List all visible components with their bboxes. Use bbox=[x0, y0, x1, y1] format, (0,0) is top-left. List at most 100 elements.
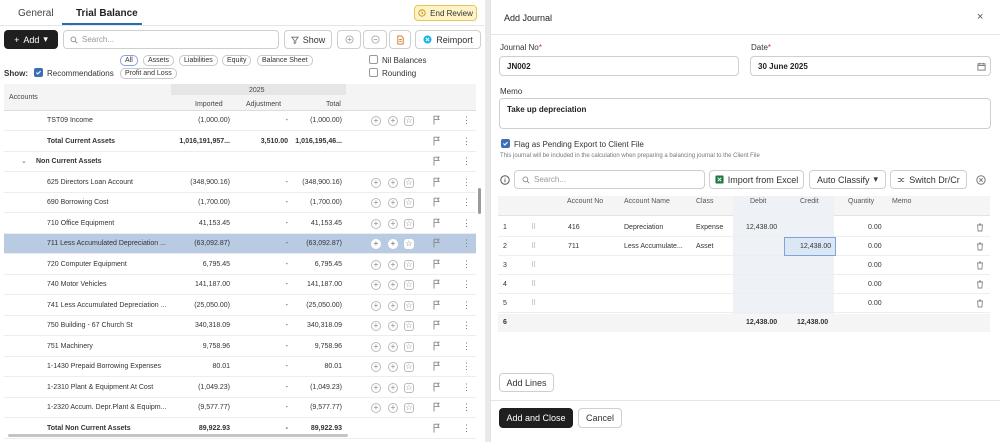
more-options-icon[interactable]: ⋮ bbox=[462, 275, 471, 294]
table-row[interactable]: 1-1430 Prepaid Borrowing Expenses 80.01 - 8… bbox=[4, 357, 476, 377]
rounding-checkbox[interactable] bbox=[369, 68, 378, 77]
add-circle-icon[interactable]: + bbox=[371, 280, 381, 290]
table-row[interactable]: ⌄ Non Current Assets ⋮ bbox=[4, 152, 476, 172]
table-row[interactable]: 720 Computer Equipment 6,795.45 - 6,795.45 +… bbox=[4, 255, 476, 275]
account-name-cell[interactable]: Less Accumulate... bbox=[624, 243, 683, 250]
more-options-icon[interactable]: ⋮ bbox=[462, 173, 471, 192]
table-row[interactable]: 750 Building - 67 Church St 340,318.09 - 34… bbox=[4, 316, 476, 336]
expand-all-button[interactable] bbox=[337, 30, 361, 49]
add-circle-icon[interactable]: + bbox=[371, 239, 381, 249]
flag-icon[interactable] bbox=[433, 156, 441, 166]
flag-export-checkbox[interactable] bbox=[501, 139, 510, 148]
flag-icon[interactable] bbox=[433, 259, 441, 269]
add-circle-icon[interactable]: + bbox=[371, 403, 381, 413]
star-icon[interactable]: ☆ bbox=[404, 300, 414, 311]
star-icon[interactable]: ☆ bbox=[404, 382, 414, 393]
flag-icon[interactable] bbox=[433, 402, 441, 412]
table-row[interactable]: 710 Office Equipment 41,153.45 - 41,153.45 +… bbox=[4, 214, 476, 234]
journal-line[interactable]: 1 ⠿ 416 Depreciation Expense 12,438.00 0.00 bbox=[498, 218, 990, 237]
table-row[interactable]: 1-2310 Plant & Equipment At Cost (1,049.2… bbox=[4, 378, 476, 398]
horizontal-scrollbar[interactable] bbox=[8, 434, 348, 437]
flag-icon[interactable] bbox=[433, 197, 441, 207]
star-icon[interactable]: ☆ bbox=[404, 218, 414, 229]
flag-icon[interactable] bbox=[433, 218, 441, 228]
more-options-icon[interactable]: ⋮ bbox=[462, 337, 471, 356]
journal-line[interactable]: 4 ⠿ 0.00 bbox=[498, 275, 990, 294]
add-circle-icon[interactable]: + bbox=[388, 403, 398, 413]
star-icon[interactable]: ☆ bbox=[404, 362, 414, 372]
show-filter-button[interactable]: Show bbox=[284, 30, 332, 49]
add-lines-button[interactable]: Add Lines bbox=[499, 373, 554, 392]
add-circle-icon[interactable]: + bbox=[371, 116, 381, 126]
quantity-cell[interactable]: 0.00 bbox=[868, 281, 882, 288]
filter-assets[interactable]: Assets bbox=[143, 55, 175, 66]
more-options-icon[interactable]: ⋮ bbox=[462, 316, 471, 335]
more-options-icon[interactable]: ⋮ bbox=[462, 378, 471, 397]
drag-handle-icon[interactable]: ⠿ bbox=[531, 299, 536, 307]
table-row[interactable]: 751 Machinery 9,758.96 - 9,758.96 + + ☆ ⋮ bbox=[4, 337, 476, 357]
journal-search-box[interactable]: Search... bbox=[514, 170, 705, 189]
star-icon[interactable]: ☆ bbox=[404, 177, 414, 188]
trash-icon[interactable] bbox=[976, 223, 984, 232]
flag-icon[interactable] bbox=[433, 361, 441, 371]
trash-icon[interactable] bbox=[976, 242, 984, 251]
collapse-all-button[interactable] bbox=[363, 30, 387, 49]
flag-icon[interactable] bbox=[433, 300, 441, 310]
calendar-icon[interactable] bbox=[977, 62, 986, 71]
star-icon[interactable]: ☆ bbox=[404, 280, 414, 290]
add-circle-icon[interactable]: + bbox=[388, 280, 398, 290]
journal-line[interactable]: 2 ⠿ 711 Less Accumulate... Asset 12,438.00 0.0… bbox=[498, 237, 990, 256]
trash-icon[interactable] bbox=[976, 299, 984, 308]
end-review-button[interactable]: End Review bbox=[414, 5, 477, 21]
auto-classify-button[interactable]: Auto Classify ▾ bbox=[809, 170, 886, 189]
add-circle-icon[interactable]: + bbox=[371, 362, 381, 372]
add-circle-icon[interactable]: + bbox=[388, 177, 398, 188]
memo-field[interactable]: Take up depreciation bbox=[499, 98, 991, 129]
flag-icon[interactable] bbox=[433, 238, 441, 248]
table-row[interactable]: 1-2320 Accum. Depr.Plant & Equipm... (9,5… bbox=[4, 398, 476, 418]
nil-balances-checkbox[interactable] bbox=[369, 55, 378, 64]
cancel-button[interactable]: Cancel bbox=[578, 408, 622, 428]
more-options-icon[interactable]: ⋮ bbox=[462, 214, 471, 233]
date-field[interactable]: 30 June 2025 bbox=[750, 56, 991, 76]
vertical-scrollbar[interactable] bbox=[478, 188, 481, 214]
filter-liabilities[interactable]: Liabilities bbox=[179, 55, 218, 66]
star-icon[interactable]: ☆ bbox=[404, 341, 414, 352]
more-options-icon[interactable]: ⋮ bbox=[462, 419, 471, 438]
table-row[interactable]: 625 Directors Loan Account (348,900.16) - (… bbox=[4, 173, 476, 193]
more-options-icon[interactable]: ⋮ bbox=[462, 132, 471, 151]
table-row[interactable]: Total Current Assets 1,016,191,957... 3,51… bbox=[4, 132, 476, 152]
star-icon[interactable]: ☆ bbox=[404, 321, 414, 331]
quantity-cell[interactable]: 0.00 bbox=[868, 300, 882, 307]
quantity-cell[interactable]: 0.00 bbox=[868, 224, 882, 231]
add-button[interactable]: + Add ▾ bbox=[4, 30, 58, 49]
more-options-icon[interactable]: ⋮ bbox=[462, 111, 471, 130]
add-circle-icon[interactable]: + bbox=[371, 218, 381, 229]
add-circle-icon[interactable]: + bbox=[388, 341, 398, 352]
drag-handle-icon[interactable]: ⠿ bbox=[531, 261, 536, 269]
chevron-down-icon[interactable]: ⌄ bbox=[21, 152, 27, 172]
account-name-cell[interactable]: Depreciation bbox=[624, 224, 663, 231]
more-options-icon[interactable]: ⋮ bbox=[462, 398, 471, 417]
drag-handle-icon[interactable]: ⠿ bbox=[531, 223, 536, 231]
more-options-icon[interactable]: ⋮ bbox=[462, 357, 471, 376]
clear-icon[interactable] bbox=[976, 175, 986, 185]
add-circle-icon[interactable]: + bbox=[371, 321, 381, 331]
more-options-icon[interactable]: ⋮ bbox=[462, 193, 471, 212]
trash-icon[interactable] bbox=[976, 261, 984, 270]
add-circle-icon[interactable]: + bbox=[371, 300, 381, 311]
table-row[interactable]: 741 Less Accumulated Depreciation ... (25… bbox=[4, 296, 476, 316]
drag-handle-icon[interactable]: ⠿ bbox=[531, 280, 536, 288]
filter-all[interactable]: All bbox=[120, 55, 138, 66]
add-circle-icon[interactable]: + bbox=[371, 341, 381, 352]
journal-line[interactable]: 3 ⠿ 0.00 bbox=[498, 256, 990, 275]
add-circle-icon[interactable]: + bbox=[388, 382, 398, 393]
flag-icon[interactable] bbox=[433, 115, 441, 125]
debit-cell[interactable]: 12,438.00 bbox=[746, 224, 777, 231]
add-circle-icon[interactable]: + bbox=[388, 218, 398, 229]
tab-trial-balance[interactable]: Trial Balance bbox=[76, 8, 138, 19]
tab-general[interactable]: General bbox=[18, 8, 54, 19]
flag-icon[interactable] bbox=[433, 177, 441, 187]
flag-icon[interactable] bbox=[433, 341, 441, 351]
star-icon[interactable]: ☆ bbox=[404, 259, 414, 270]
